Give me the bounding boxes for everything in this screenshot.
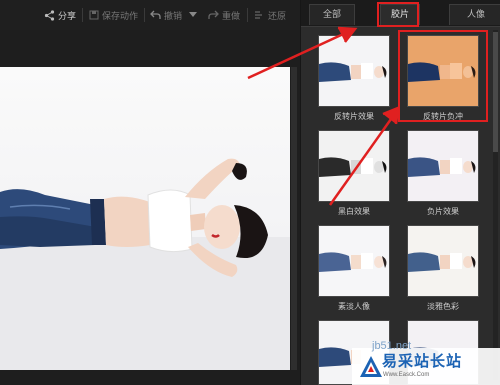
tab-portrait[interactable]: 人像 <box>449 4 500 25</box>
selected-effect-highlight <box>398 30 488 122</box>
photo-canvas[interactable] <box>0 30 300 385</box>
canvas-scrollbar[interactable] <box>291 67 297 370</box>
site-logo-icon <box>360 356 382 377</box>
thumbnail-image <box>319 226 389 296</box>
effect-thumb-black-white[interactable] <box>318 130 390 202</box>
share-icon <box>44 9 55 21</box>
effect-label: 素淡人像 <box>338 302 370 311</box>
toolbar-divider <box>247 8 248 22</box>
effect-label: 反转片效果 <box>334 112 374 121</box>
undo-icon <box>150 10 161 19</box>
chevron-down-icon <box>189 12 197 17</box>
watermark-title: 易采站长站 <box>382 352 463 370</box>
toolbar-divider <box>82 8 83 22</box>
effect-thumb-plain-portrait[interactable] <box>318 225 390 297</box>
effect-label: 负片效果 <box>427 207 459 216</box>
thumbnail-image <box>408 226 478 296</box>
thumbnail-image <box>319 131 389 201</box>
effect-label: 黑白效果 <box>338 207 370 216</box>
restore-label: 还原 <box>268 11 287 22</box>
redo-icon <box>208 10 219 19</box>
share-button[interactable]: 分享 <box>44 7 76 23</box>
redo-label: 重做 <box>222 11 241 22</box>
undo-dropdown[interactable] <box>189 7 200 23</box>
save-icon <box>89 10 99 20</box>
redo-button[interactable]: 重做 <box>208 7 240 23</box>
toolbar-divider <box>144 8 145 22</box>
restore-icon <box>255 11 262 19</box>
edited-photo <box>0 67 290 370</box>
effect-thumb-slide-film[interactable] <box>318 35 390 107</box>
thumbnail-image <box>319 36 389 106</box>
undo-button[interactable]: 撤销 <box>150 7 182 23</box>
effect-thumb-negative[interactable] <box>407 130 479 202</box>
save-action-button[interactable]: 保存动作 <box>89 7 138 23</box>
top-toolbar: 分享 保存动作 撤销 重做 还原 <box>0 0 300 31</box>
watermark-subtitle: Www.Easck.Com <box>383 372 430 378</box>
panel-scrollbar-thumb[interactable] <box>493 32 498 152</box>
save-action-label: 保存动作 <box>102 11 139 22</box>
restore-button[interactable]: 还原 <box>254 7 286 23</box>
tab-all[interactable]: 全部 <box>309 4 355 25</box>
effect-label: 淡雅色彩 <box>427 302 459 311</box>
tab-highlight-box <box>377 2 419 27</box>
share-label: 分享 <box>58 11 77 22</box>
model-photo-image <box>0 158 290 370</box>
undo-label: 撤销 <box>164 11 183 22</box>
effect-thumb-elegant-color[interactable] <box>407 225 479 297</box>
thumbnail-image <box>408 131 478 201</box>
